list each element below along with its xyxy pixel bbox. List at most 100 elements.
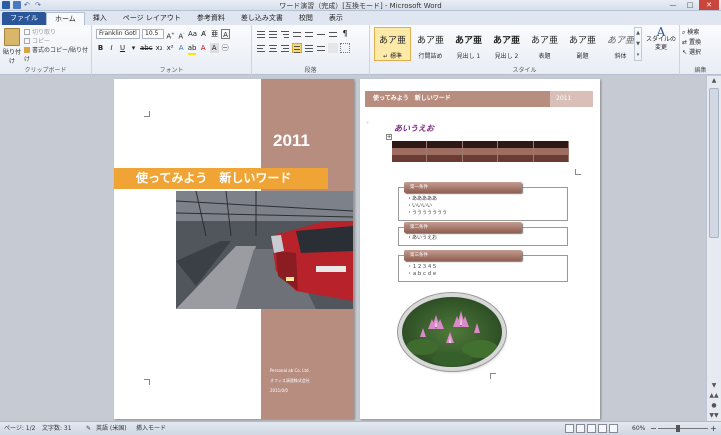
company-japanese[interactable]: オフィス演習株式会社 xyxy=(270,376,310,386)
condition-box-2[interactable]: 第二条件 ・あいうえお xyxy=(398,222,568,246)
condition-box-3[interactable]: 第三条件 ・１２３４５ ・ａｂｃｄｅ xyxy=(398,250,568,282)
web-layout-view-icon[interactable] xyxy=(587,424,596,433)
subscript-icon[interactable]: x₂ xyxy=(155,43,164,53)
table[interactable] xyxy=(392,141,570,162)
borders-icon[interactable] xyxy=(340,43,350,53)
lotus-photo[interactable] xyxy=(402,297,502,367)
format-painter-button[interactable]: 書式のコピー/貼り付け xyxy=(24,46,91,64)
align-right-icon[interactable] xyxy=(280,43,290,53)
font-size-combo[interactable]: 10.5 xyxy=(142,29,164,39)
word-count[interactable]: 文字数: 31 xyxy=(42,422,72,435)
shading-icon[interactable] xyxy=(328,43,338,53)
distributed-icon[interactable] xyxy=(304,43,314,53)
line-spacing-icon[interactable] xyxy=(316,43,326,53)
page-count[interactable]: ページ: 1/2 xyxy=(4,422,35,435)
page-header[interactable]: 使ってみよう 新しいワード 2011 xyxy=(365,91,593,107)
numbering-icon[interactable] xyxy=(268,29,278,39)
zoom-slider-handle[interactable] xyxy=(676,425,680,432)
cut-button[interactable]: 切り取り xyxy=(24,28,91,37)
underline-dropdown-icon[interactable]: ▾ xyxy=(129,43,138,53)
browse-object-icon[interactable]: ● xyxy=(707,401,721,411)
page-two[interactable]: 使ってみよう 新しいワード 2011 + あいうえお + 第一条件 ・あああああ… xyxy=(360,79,600,419)
tab-mailings[interactable]: 差し込み文書 xyxy=(233,12,291,25)
company-english[interactable]: Personal ab Co. Ltd. xyxy=(270,366,310,376)
select-button[interactable]: ↖ 選択 xyxy=(682,48,701,58)
zoom-in-icon[interactable]: + xyxy=(710,422,717,435)
draft-view-icon[interactable] xyxy=(609,424,618,433)
style-no-spacing[interactable]: あア亜 行間詰め xyxy=(412,27,449,61)
prev-page-icon[interactable]: ▲▲ xyxy=(707,391,721,401)
cover-title[interactable]: 使ってみよう 新しいワード xyxy=(114,168,328,189)
tab-review[interactable]: 校閲 xyxy=(291,12,321,25)
style-subtitle[interactable]: あア亜 副題 xyxy=(564,27,601,61)
font-name-combo[interactable]: Franklin Gotl xyxy=(96,29,140,39)
clear-format-icon[interactable]: A̸ xyxy=(199,29,208,39)
change-styles-button[interactable]: A スタイルの変更 xyxy=(645,26,677,52)
tab-home[interactable]: ホーム xyxy=(46,12,85,25)
tab-references[interactable]: 参考資料 xyxy=(189,12,233,25)
text-effects-icon[interactable]: A xyxy=(177,43,186,53)
strikethrough-icon[interactable]: abc xyxy=(140,43,153,53)
char-shading-icon[interactable]: A xyxy=(209,43,219,53)
phonetic-guide-icon[interactable]: 亜 xyxy=(210,29,219,39)
tab-page-layout[interactable]: ページ レイアウト xyxy=(115,12,189,25)
vertical-scrollbar[interactable]: ▲ ▼ ▲▲ ● ▼▼ xyxy=(706,76,721,421)
scroll-down-icon[interactable]: ▼ xyxy=(707,381,721,391)
sort-icon[interactable] xyxy=(328,29,338,39)
show-marks-icon[interactable]: ¶ xyxy=(340,29,350,39)
style-normal[interactable]: あア亜 ↵ 標準 xyxy=(374,27,411,61)
shrink-font-icon[interactable]: A- xyxy=(177,29,186,40)
align-left-icon[interactable] xyxy=(256,43,266,53)
outline-view-icon[interactable] xyxy=(598,424,607,433)
full-screen-view-icon[interactable] xyxy=(576,424,585,433)
heading-text[interactable]: あいうえお xyxy=(394,123,434,134)
table-move-handle-icon[interactable]: + xyxy=(386,134,392,140)
multilevel-list-icon[interactable] xyxy=(280,29,290,39)
highlight-icon[interactable]: ab xyxy=(187,43,197,55)
superscript-icon[interactable]: x² xyxy=(166,43,175,53)
align-center-icon[interactable] xyxy=(268,43,278,53)
char-border-icon[interactable]: A xyxy=(221,29,231,39)
tab-view[interactable]: 表示 xyxy=(321,12,351,25)
style-title[interactable]: あア亜 表題 xyxy=(526,27,563,61)
style-gallery-scroll[interactable]: ▲ ▼ ▾ xyxy=(634,27,642,61)
replace-button[interactable]: ⇄ 置換 xyxy=(682,38,701,48)
cover-year[interactable]: 2011 xyxy=(273,131,310,151)
maximize-button[interactable]: □ xyxy=(682,0,698,10)
underline-icon[interactable]: U xyxy=(118,43,127,53)
font-color-icon[interactable]: A xyxy=(199,43,208,53)
find-button[interactable]: ⌕ 検索 xyxy=(682,28,701,38)
close-button[interactable]: ✕ xyxy=(699,0,719,10)
decrease-indent-icon[interactable] xyxy=(292,29,302,39)
insert-mode[interactable]: 挿入モード xyxy=(136,422,166,435)
asian-layout-icon[interactable] xyxy=(316,29,326,39)
style-heading-1[interactable]: あア亜 見出し 1 xyxy=(450,27,487,61)
condition-box-1[interactable]: 第一条件 ・あああああ ・いいいい ・ううううううう xyxy=(398,182,568,221)
next-page-icon[interactable]: ▼▼ xyxy=(707,411,721,421)
justify-icon[interactable] xyxy=(292,43,302,53)
paste-button[interactable]: 貼り付け xyxy=(3,28,21,65)
enclose-char-icon[interactable]: ㊀ xyxy=(221,43,230,53)
print-layout-view-icon[interactable] xyxy=(565,424,574,433)
tab-file[interactable]: ファイル xyxy=(2,12,46,25)
language-indicator[interactable]: 英語 (米国) xyxy=(96,422,127,435)
copy-button[interactable]: コピー xyxy=(24,37,91,46)
zoom-out-icon[interactable]: − xyxy=(650,422,657,435)
increase-indent-icon[interactable] xyxy=(304,29,314,39)
tab-insert[interactable]: 挿入 xyxy=(85,12,115,25)
proofing-icon[interactable]: ✎ xyxy=(86,422,91,435)
page-cover[interactable]: 2011 使ってみよう 新しいワード Personal ab Co. Ltd. xyxy=(114,79,354,419)
bold-icon[interactable]: B xyxy=(96,43,105,53)
bullets-icon[interactable] xyxy=(256,29,266,39)
zoom-slider[interactable] xyxy=(658,428,708,429)
train-photo[interactable] xyxy=(176,191,353,309)
scroll-up-icon[interactable]: ▲ xyxy=(707,76,721,86)
scroll-thumb[interactable] xyxy=(709,88,719,238)
cover-date[interactable]: 2011/0/0 xyxy=(270,386,310,396)
grow-font-icon[interactable]: A+ xyxy=(166,29,175,40)
change-case-icon[interactable]: Aa xyxy=(188,29,197,39)
zoom-level[interactable]: 60% xyxy=(632,422,645,435)
minimize-button[interactable]: — xyxy=(665,0,681,10)
style-heading-2[interactable]: あア亜 見出し 2 xyxy=(488,27,525,61)
italic-icon[interactable]: I xyxy=(107,43,116,53)
